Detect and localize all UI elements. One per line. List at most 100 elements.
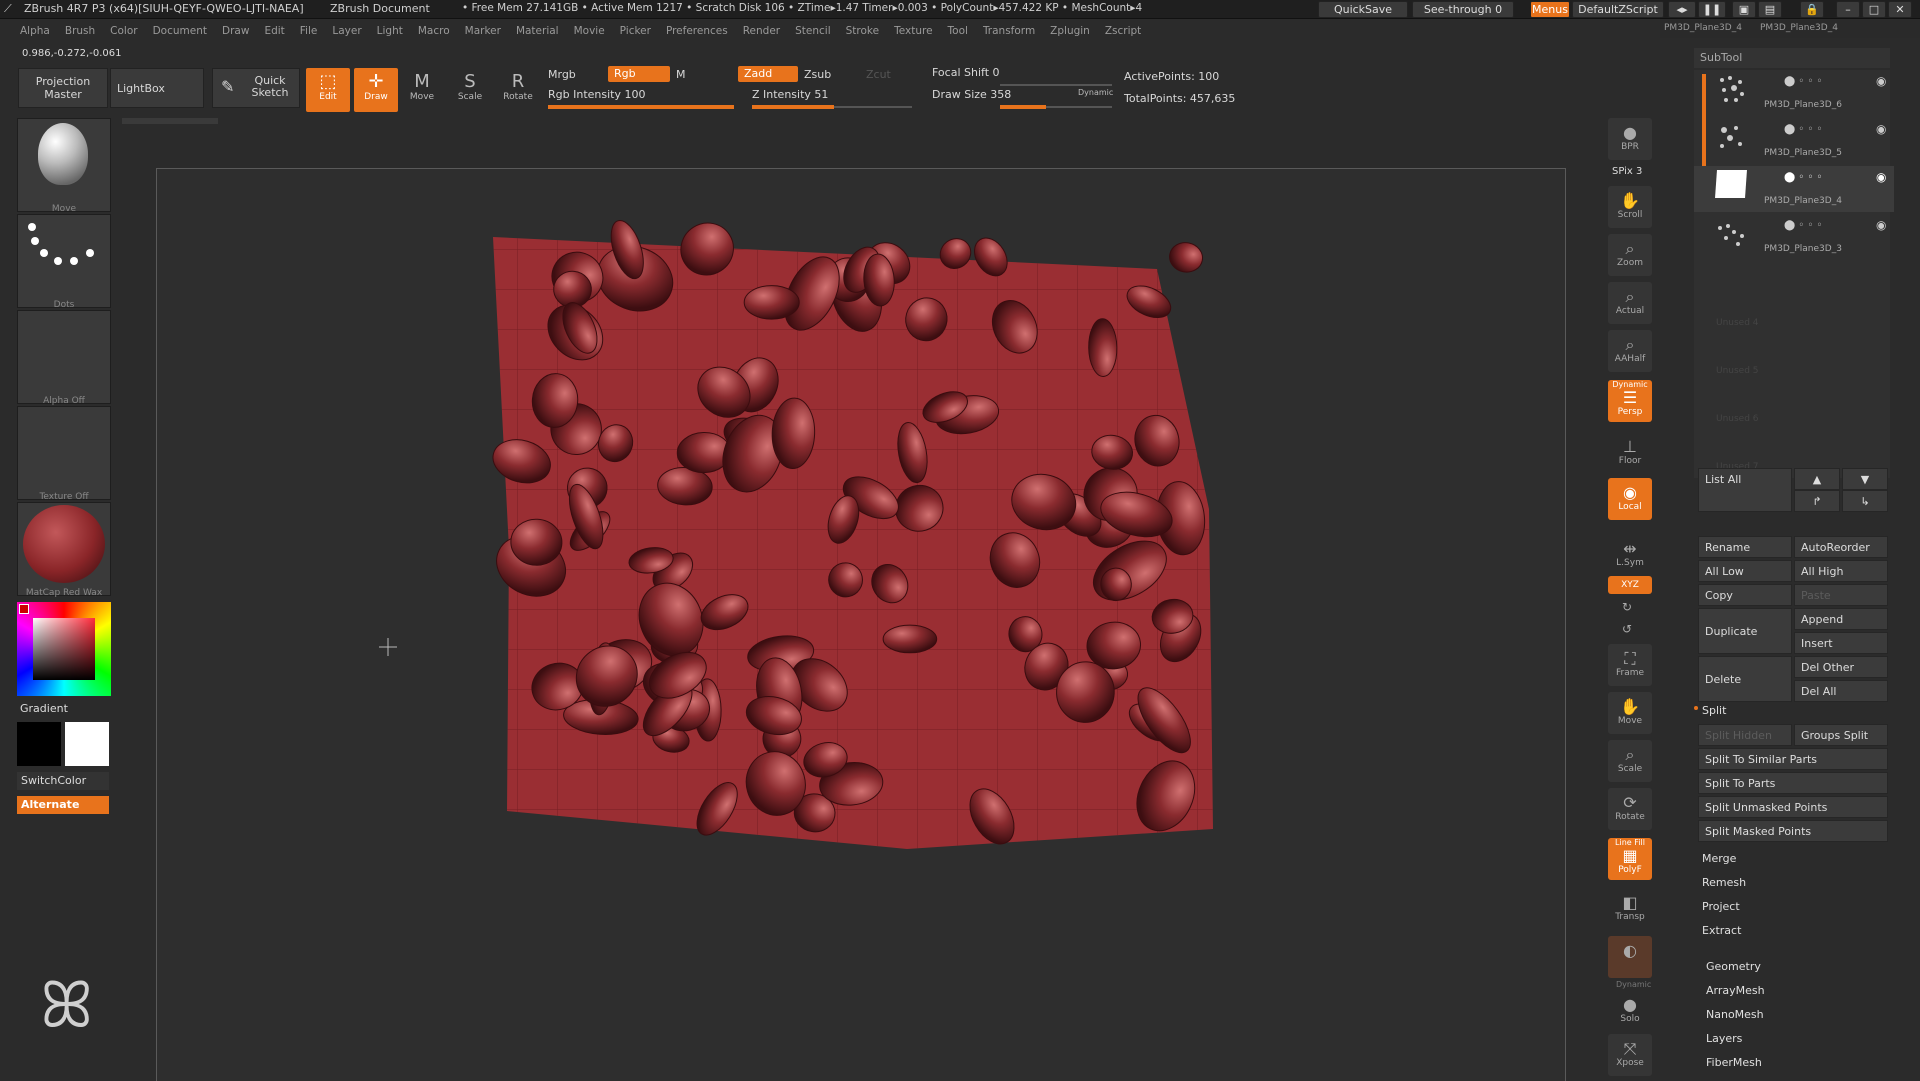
all-low-button[interactable]: All Low (1698, 560, 1792, 582)
menu-material[interactable]: Material (516, 25, 559, 37)
mesh-viewport[interactable] (157, 169, 1565, 1081)
rgb-toggle[interactable]: Rgb (608, 66, 670, 82)
minimize-icon[interactable]: – (1836, 1, 1860, 18)
copy-button[interactable]: Copy (1698, 584, 1792, 606)
zoom-button[interactable]: ⌕ Zoom (1608, 234, 1652, 276)
menu-transform[interactable]: Transform (983, 25, 1035, 37)
draw-size-slider[interactable]: Draw Size 358 (932, 88, 1011, 101)
lock-icon[interactable]: 🔒 (1800, 1, 1824, 18)
color-picker[interactable] (17, 602, 111, 696)
layers-section[interactable]: Layers (1706, 1032, 1742, 1045)
xyz-button[interactable]: XYZ (1608, 576, 1652, 594)
window-arrows-icon[interactable]: ◂▸ (1668, 1, 1696, 18)
zsub-toggle[interactable]: Zsub (804, 68, 831, 81)
menus-button[interactable]: Menus (1530, 1, 1570, 18)
subtool-item[interactable]: ⬤ ◦ ◦ ◦ ◉ PM3D_Plane3D_6 (1694, 70, 1894, 116)
draw-button[interactable]: ✛ Draw (354, 68, 398, 112)
alternate-button[interactable]: Alternate (17, 796, 109, 814)
split-parts-button[interactable]: Split To Parts (1698, 772, 1888, 794)
actual-button[interactable]: ⌕ Actual (1608, 282, 1652, 324)
split-hidden-button[interactable]: Split Hidden (1698, 724, 1792, 746)
menu-zscript[interactable]: Zscript (1105, 25, 1141, 37)
eye-icon[interactable]: ◉ (1876, 170, 1886, 184)
brush-thumbnail[interactable]: Move (17, 118, 111, 214)
floor-button[interactable]: ⊥ Floor (1608, 432, 1652, 474)
quicksave-button[interactable]: QuickSave (1318, 1, 1408, 18)
scale-view-button[interactable]: ⌕ Scale (1608, 740, 1652, 782)
alpha-thumbnail[interactable]: Alpha Off (17, 310, 111, 406)
projection-master-button[interactable]: Projection Master (18, 68, 108, 108)
subtool-toggle-icons[interactable]: ⬤ ◦ ◦ ◦ (1784, 220, 1822, 231)
menu-layer[interactable]: Layer (332, 25, 361, 37)
list-all-button[interactable]: List All (1698, 468, 1792, 512)
m-toggle[interactable]: M (676, 68, 686, 81)
groups-split-button[interactable]: Groups Split (1794, 724, 1888, 746)
move-button[interactable]: M Move (400, 68, 444, 112)
zcut-toggle[interactable]: Zcut (866, 68, 891, 81)
autoreorder-button[interactable]: AutoReorder (1794, 536, 1888, 558)
rotate-z-icon[interactable]: ↺ (1622, 622, 1632, 636)
bpr-button[interactable]: ● BPR (1608, 118, 1652, 160)
local-button[interactable]: ◉ Local (1608, 478, 1652, 520)
rotate-y-icon[interactable]: ↻ (1622, 600, 1632, 614)
subtool-tab[interactable]: PM3D_Plane3D_4 (1760, 23, 1838, 33)
solo-button[interactable]: ● Solo (1608, 990, 1652, 1032)
split-masked-button[interactable]: Split Masked Points (1698, 820, 1888, 842)
merge-section[interactable]: Merge (1702, 852, 1736, 865)
fibermesh-section[interactable]: FiberMesh (1706, 1056, 1762, 1069)
eye-icon[interactable]: ◉ (1876, 218, 1886, 232)
rotate-view-button[interactable]: ⟳ Rotate (1608, 788, 1652, 830)
nanomesh-section[interactable]: NanoMesh (1706, 1008, 1764, 1021)
layout-icon[interactable]: ▣ (1732, 1, 1756, 18)
subtool-toggle-icons[interactable]: ⬤ ◦ ◦ ◦ (1784, 172, 1822, 183)
quick-sketch-button[interactable]: ✎ Quick Sketch (212, 68, 300, 108)
maximize-icon[interactable]: □ (1862, 1, 1886, 18)
delete-button[interactable]: Delete (1698, 656, 1792, 702)
zadd-toggle[interactable]: Zadd (738, 66, 798, 82)
del-all-button[interactable]: Del All (1794, 680, 1888, 702)
menu-light[interactable]: Light (377, 25, 403, 37)
eye-icon[interactable]: ◉ (1876, 122, 1886, 136)
lightbox-button[interactable]: LightBox (110, 68, 204, 108)
split-section-header[interactable]: Split (1702, 704, 1726, 717)
move-up-step-button[interactable]: ↱ (1794, 490, 1840, 512)
saturation-square[interactable] (33, 618, 95, 680)
polyf-button[interactable]: Line Fill ▦ PolyF (1608, 838, 1652, 880)
remesh-section[interactable]: Remesh (1702, 876, 1746, 889)
document-canvas[interactable] (156, 168, 1566, 1081)
menu-texture[interactable]: Texture (894, 25, 932, 37)
del-other-button[interactable]: Del Other (1794, 656, 1888, 678)
xpose-button[interactable]: ⤧ Xpose (1608, 1034, 1652, 1076)
persp-button[interactable]: Dynamic ☰ Persp (1608, 380, 1652, 422)
move-down-button[interactable]: ▼ (1842, 468, 1888, 490)
edit-button[interactable]: ⬚ Edit (306, 68, 350, 112)
spix-slider[interactable]: SPix 3 (1612, 166, 1642, 177)
mrgb-toggle[interactable]: Mrgb (548, 68, 576, 81)
dynamic-toggle[interactable]: Dynamic (1078, 88, 1113, 97)
all-high-button[interactable]: All High (1794, 560, 1888, 582)
rgb-intensity-slider[interactable]: Rgb Intensity 100 (548, 88, 645, 101)
ghost-button[interactable]: ◐ (1608, 936, 1652, 978)
layout2-icon[interactable]: ▤ (1758, 1, 1782, 18)
menu-tool[interactable]: Tool (948, 25, 968, 37)
shelf-scrollbar[interactable] (122, 118, 218, 124)
subtool-item-selected[interactable]: ⬤ ◦ ◦ ◦ ◉ PM3D_Plane3D_4 (1694, 166, 1894, 212)
stroke-thumbnail[interactable]: Dots (17, 214, 111, 310)
duplicate-button[interactable]: Duplicate (1698, 608, 1792, 654)
project-section[interactable]: Project (1702, 900, 1740, 913)
rename-button[interactable]: Rename (1698, 536, 1792, 558)
secondary-color-swatch[interactable] (17, 722, 61, 766)
menu-zplugin[interactable]: Zplugin (1050, 25, 1090, 37)
append-button[interactable]: Append (1794, 608, 1888, 630)
menu-stencil[interactable]: Stencil (795, 25, 831, 37)
geometry-section[interactable]: Geometry (1706, 960, 1761, 973)
draw-size-track[interactable] (1000, 105, 1112, 109)
move-up-button[interactable]: ▲ (1794, 468, 1840, 490)
split-similar-button[interactable]: Split To Similar Parts (1698, 748, 1888, 770)
rotate-button[interactable]: R Rotate (496, 68, 540, 112)
arraymesh-section[interactable]: ArrayMesh (1706, 984, 1765, 997)
rgb-intensity-track[interactable] (548, 105, 734, 109)
menu-color[interactable]: Color (110, 25, 137, 37)
main-color-swatch[interactable] (19, 604, 29, 614)
extract-section[interactable]: Extract (1702, 924, 1741, 937)
